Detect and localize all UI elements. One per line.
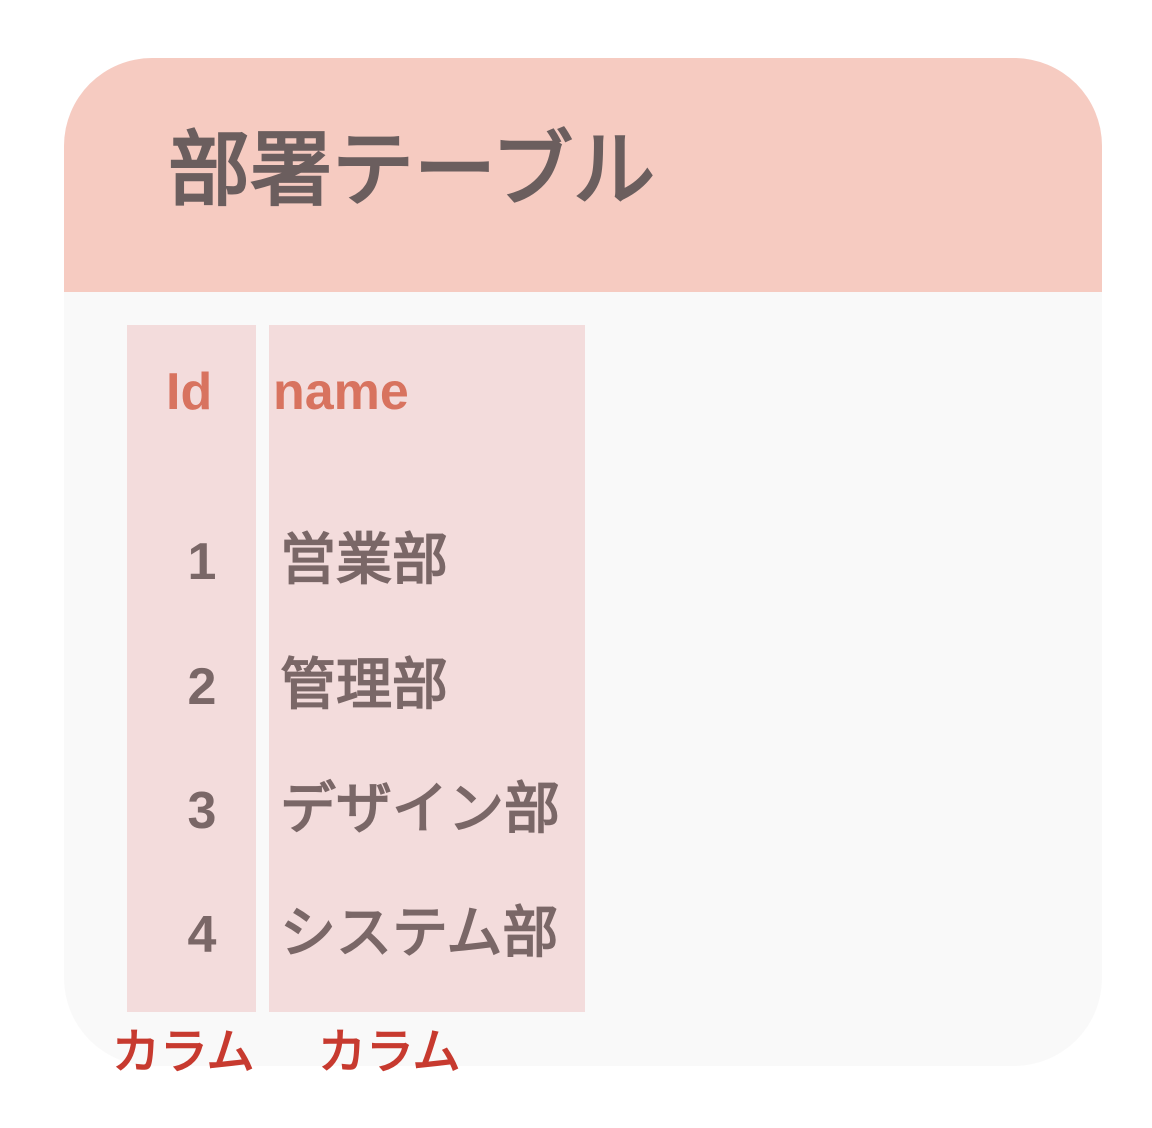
table-title: 部署テーブル <box>168 123 656 218</box>
cell-id: 4 <box>187 906 217 964</box>
cell-name: システム部 <box>280 901 559 966</box>
table-header-band: 部署テーブル <box>64 58 1102 292</box>
cell-id: 3 <box>187 782 217 840</box>
cell-id: 1 <box>187 533 217 591</box>
cell-id: 2 <box>187 658 217 716</box>
column-header-id: Id <box>166 363 213 421</box>
cell-name: デザイン部 <box>280 777 560 842</box>
cell-name: 管理部 <box>280 653 448 718</box>
cell-name: 営業部 <box>280 528 448 593</box>
column-caption-id: カラム <box>112 1024 255 1080</box>
column-header-name: name <box>273 363 409 421</box>
column-caption-name: カラム <box>318 1024 461 1080</box>
